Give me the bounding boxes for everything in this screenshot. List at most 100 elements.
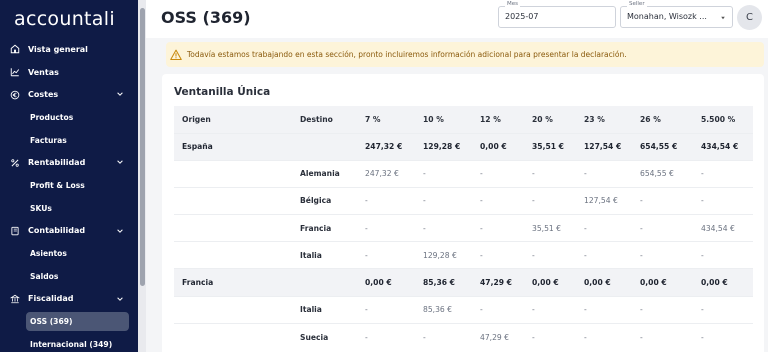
sidebar-item-label: Asientos — [30, 249, 67, 259]
amount-cell: 127,54 € — [576, 132, 632, 161]
amount-cell: 0,00 € — [693, 268, 753, 297]
sidebar-item-profit-loss[interactable]: Profit & Loss — [0, 174, 138, 197]
origin-cell — [174, 186, 292, 215]
table-row: Francia - - -35,51 € - -434,54 € — [174, 214, 753, 242]
amount-cell: - — [576, 241, 632, 269]
amount-cell: - — [415, 214, 472, 242]
column-header: Destino — [300, 114, 333, 124]
destination-cell — [292, 132, 357, 161]
sidebar-item-label: Internacional (349) — [30, 339, 113, 349]
table-header-row: Origen Destino 7 % 10 % 12 % 20 % 23 % 26 % 5.50… — [174, 106, 753, 133]
amount-cell: - — [693, 186, 753, 215]
avatar[interactable]: C — [737, 5, 762, 30]
bank-icon — [9, 293, 21, 305]
sidebar-item-internacional-349[interactable]: Internacional (349) — [0, 333, 138, 352]
sidebar-nav: Vista general Ventas Costes Productos Factur… — [0, 38, 138, 352]
sidebar-scrollbar[interactable] — [138, 0, 146, 352]
sidebar-item-label: OSS (369) — [30, 317, 73, 327]
sidebar-item-asientos[interactable]: Asientos — [0, 242, 138, 265]
amount-cell: - — [632, 186, 693, 215]
book-icon — [9, 225, 21, 237]
amount-cell: - — [357, 241, 415, 269]
chevron-down-icon[interactable] — [116, 90, 124, 98]
destination-cell: Bélgica — [292, 186, 357, 215]
amount-cell: - — [693, 322, 753, 351]
origin-cell: Francia — [174, 268, 292, 297]
chevron-down-icon[interactable] — [116, 158, 124, 166]
amount-cell: 35,51 € — [524, 132, 576, 161]
percent-icon — [9, 157, 21, 169]
table-row: Suecia - -47,29 € - - - - — [174, 322, 753, 351]
home-icon — [9, 43, 21, 55]
sidebar-item-contabilidad[interactable]: Contabilidad — [0, 220, 138, 243]
seller-select[interactable]: Seller Monahan, Wisozk ... — [620, 1, 733, 28]
origin-cell — [174, 241, 292, 269]
column-header: 20 % — [532, 114, 553, 124]
amount-cell: - — [415, 186, 472, 215]
sidebar-item-facturas[interactable]: Facturas — [0, 129, 138, 152]
amount-cell: 129,28 € — [415, 241, 472, 269]
origin-cell: España — [174, 132, 292, 161]
column-header: 12 % — [480, 114, 501, 124]
amount-cell: - — [693, 295, 753, 324]
amount-cell: - — [524, 186, 576, 215]
sidebar-item-vista-general[interactable]: Vista general — [0, 38, 138, 61]
sidebar-item-label: Productos — [30, 112, 74, 122]
sidebar-item-costes[interactable]: Costes — [0, 83, 138, 106]
origin-cell — [174, 295, 292, 324]
table-row: Alemania 247,32 € - - - -654,55 € - — [174, 159, 753, 188]
warning-alert: Todavía estamos trabajando en esta secci… — [166, 42, 764, 67]
sidebar-item-rentabilidad[interactable]: Rentabilidad — [0, 151, 138, 174]
seller-select-value: Monahan, Wisozk ... — [627, 12, 707, 21]
month-field[interactable]: Mes 2025-07 — [498, 1, 616, 28]
sidebar-item-ventas[interactable]: Ventas — [0, 61, 138, 84]
sidebar-item-label: Facturas — [30, 135, 67, 145]
sidebar-item-label: Saldos — [30, 271, 59, 281]
sidebar-item-label: Ventas — [28, 67, 59, 77]
sidebar-item-saldos[interactable]: Saldos — [0, 265, 138, 288]
amount-cell: - — [524, 241, 576, 269]
amount-cell: 0,00 € — [632, 268, 693, 297]
amount-cell: - — [524, 159, 576, 188]
destination-cell: Italia — [292, 295, 357, 324]
amount-cell: - — [632, 214, 693, 242]
sidebar: accountali Vista general Ventas Costes Prod… — [0, 0, 138, 352]
amount-cell: - — [472, 241, 524, 269]
amount-cell: 654,55 € — [632, 132, 693, 161]
chevron-down-icon[interactable] — [116, 295, 124, 303]
amount-cell: - — [576, 214, 632, 242]
destination-cell: Francia — [292, 214, 357, 242]
sidebar-item-productos[interactable]: Productos — [0, 106, 138, 129]
destination-cell: Italia — [292, 241, 357, 269]
sidebar-item-skus[interactable]: SKUs — [0, 197, 138, 220]
table-row: Italia -129,28 € - - - - - — [174, 241, 753, 269]
amount-cell: - — [524, 322, 576, 351]
warning-icon — [170, 49, 182, 60]
amount-cell: 35,51 € — [524, 214, 576, 242]
table-row: Bélgica - - - -127,54 € - - — [174, 186, 753, 215]
brand-logo[interactable]: accountali — [14, 8, 115, 30]
amount-cell: - — [632, 322, 693, 351]
column-header: 7 % — [365, 114, 381, 124]
amount-cell: - — [357, 214, 415, 242]
origin-cell — [174, 159, 292, 188]
amount-cell: - — [576, 295, 632, 324]
amount-cell: 85,36 € — [415, 295, 472, 324]
amount-cell: - — [415, 159, 472, 188]
amount-cell: - — [472, 159, 524, 188]
amount-cell: 0,00 € — [524, 268, 576, 297]
amount-cell: 0,00 € — [472, 132, 524, 161]
amount-cell: - — [632, 241, 693, 269]
scrollbar-thumb[interactable] — [139, 8, 145, 286]
column-header: Origen — [182, 114, 211, 124]
amount-cell: 47,29 € — [472, 322, 524, 351]
chevron-down-icon[interactable] — [116, 227, 124, 235]
sidebar-item-label: Profit & Loss — [30, 180, 85, 190]
sidebar-item-oss-369[interactable]: OSS (369) — [0, 310, 138, 333]
euro-icon — [9, 89, 21, 101]
column-header: 10 % — [423, 114, 444, 124]
sidebar-item-fiscalidad[interactable]: Fiscalidad — [0, 288, 138, 311]
top-header: OSS (369) Mes 2025-07 Seller Monahan, Wi… — [146, 0, 768, 38]
destination-cell: Suecia — [292, 322, 357, 351]
amount-cell: - — [357, 295, 415, 324]
